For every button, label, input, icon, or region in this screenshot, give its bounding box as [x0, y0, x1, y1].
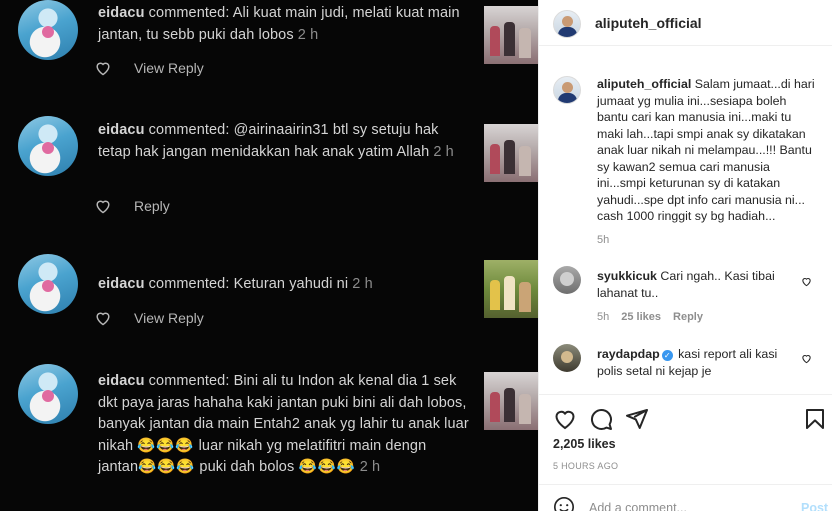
add-comment-input[interactable]: Add a comment...	[589, 501, 687, 511]
notification-comment: commented: Keturan yahudi ni	[144, 276, 349, 292]
post-comment-button[interactable]: Post	[801, 501, 828, 511]
post-time[interactable]: 5 HOURS AGO	[553, 461, 618, 471]
notification-time: 2 h	[293, 26, 319, 43]
caption-username[interactable]: aliputeh_official	[597, 77, 691, 91]
likes-count[interactable]: 2,205 likes	[553, 437, 616, 451]
comment-text: raydapdap ✓ kasi report ali kasi polis se…	[597, 346, 797, 379]
comment-likes[interactable]: 25 likes	[621, 311, 661, 323]
heart-icon	[96, 62, 110, 76]
heart-icon[interactable]	[553, 407, 577, 431]
author-username[interactable]: aliputeh_official	[595, 15, 702, 31]
emoji-icon[interactable]	[553, 496, 575, 511]
view-reply-link: View Reply	[134, 310, 204, 326]
comment-time[interactable]: 5h	[597, 311, 609, 323]
laughing-emoji: 😂😂😂	[298, 459, 356, 475]
commenter-avatar	[18, 364, 78, 424]
caption-meta: 5h	[597, 234, 609, 246]
notification-comment: commented: Ali kuat main judi, melati ku…	[98, 5, 460, 43]
notification-actions: View Reply	[94, 60, 204, 76]
post-photo[interactable]: eidacu commented: Ali kuat main judi, me…	[0, 0, 538, 511]
notification-time: 2 h	[355, 459, 381, 475]
comment-like-icon[interactable]	[801, 276, 812, 287]
caption-time[interactable]: 5h	[597, 234, 609, 246]
post-thumbnail	[484, 6, 538, 64]
notification-text: eidacu commented: @airinaairin31 btl sy …	[98, 120, 470, 163]
post-thumbnail	[484, 372, 538, 430]
notification-username: eidacu	[98, 276, 145, 292]
notification-text: eidacu commented: Bini ali tu Indon ak k…	[98, 371, 470, 479]
comment-like-icon[interactable]	[801, 353, 812, 364]
heart-icon	[96, 312, 110, 326]
share-icon[interactable]	[625, 407, 649, 431]
comment-meta: 5h 25 likes Reply	[597, 311, 703, 323]
notification-text: eidacu commented: Ali kuat main judi, me…	[98, 3, 470, 46]
post-panel: aliputeh_official aliputeh_official Sala…	[538, 0, 832, 511]
comments-scroll[interactable]: aliputeh_official Salam jumaat...di hari…	[539, 46, 832, 394]
caption: aliputeh_official Salam jumaat...di hari…	[597, 76, 819, 225]
comment-avatar[interactable]	[553, 344, 581, 372]
laughing-emoji: 😂😂😂	[138, 459, 196, 475]
caption-text: Salam jumaat...di hari jumaat yg mulia i…	[597, 77, 815, 223]
notification-comment-cont: puki dah bolos	[195, 459, 299, 475]
comment-icon[interactable]	[589, 407, 613, 431]
post-thumbnail	[484, 260, 538, 318]
notification-time: 2 h	[429, 143, 454, 160]
notification-time: 2 h	[348, 276, 373, 292]
comment-username[interactable]: syukkicuk	[597, 269, 657, 283]
verified-badge-icon: ✓	[661, 350, 673, 361]
post-actions: 2,205 likes 5 HOURS AGO	[539, 394, 832, 498]
notification-username: eidacu	[98, 122, 145, 138]
commenter-avatar	[18, 116, 78, 176]
view-reply-link: View Reply	[134, 60, 204, 76]
notification-username: eidacu	[98, 373, 145, 389]
comment-reply-button[interactable]: Reply	[673, 311, 703, 323]
laughing-emoji: 😂😂😂	[137, 437, 195, 454]
commenter-avatar	[18, 0, 78, 60]
post-header: aliputeh_official	[539, 0, 832, 46]
bookmark-icon[interactable]	[803, 407, 827, 431]
notification-username: eidacu	[98, 5, 145, 21]
notification-actions: Reply	[94, 198, 170, 214]
comment-text: syukkicuk Cari ngah.. Kasi tibai lahanat…	[597, 268, 797, 301]
author-avatar[interactable]	[553, 10, 581, 38]
comment-avatar[interactable]	[553, 266, 581, 294]
caption-avatar[interactable]	[553, 76, 581, 104]
heart-icon	[96, 200, 110, 214]
add-comment-bar: Add a comment... Post	[539, 484, 832, 511]
notification-text: eidacu commented: Keturan yahudi ni 2 h	[98, 274, 470, 296]
notification-comment: commented: @airinaairin31 btl sy setuju …	[98, 122, 439, 160]
comment-username[interactable]: raydapdap	[597, 347, 660, 361]
notification-actions: View Reply	[94, 310, 204, 326]
post-thumbnail	[484, 124, 538, 182]
reply-link: Reply	[134, 198, 170, 214]
commenter-avatar	[18, 254, 78, 314]
